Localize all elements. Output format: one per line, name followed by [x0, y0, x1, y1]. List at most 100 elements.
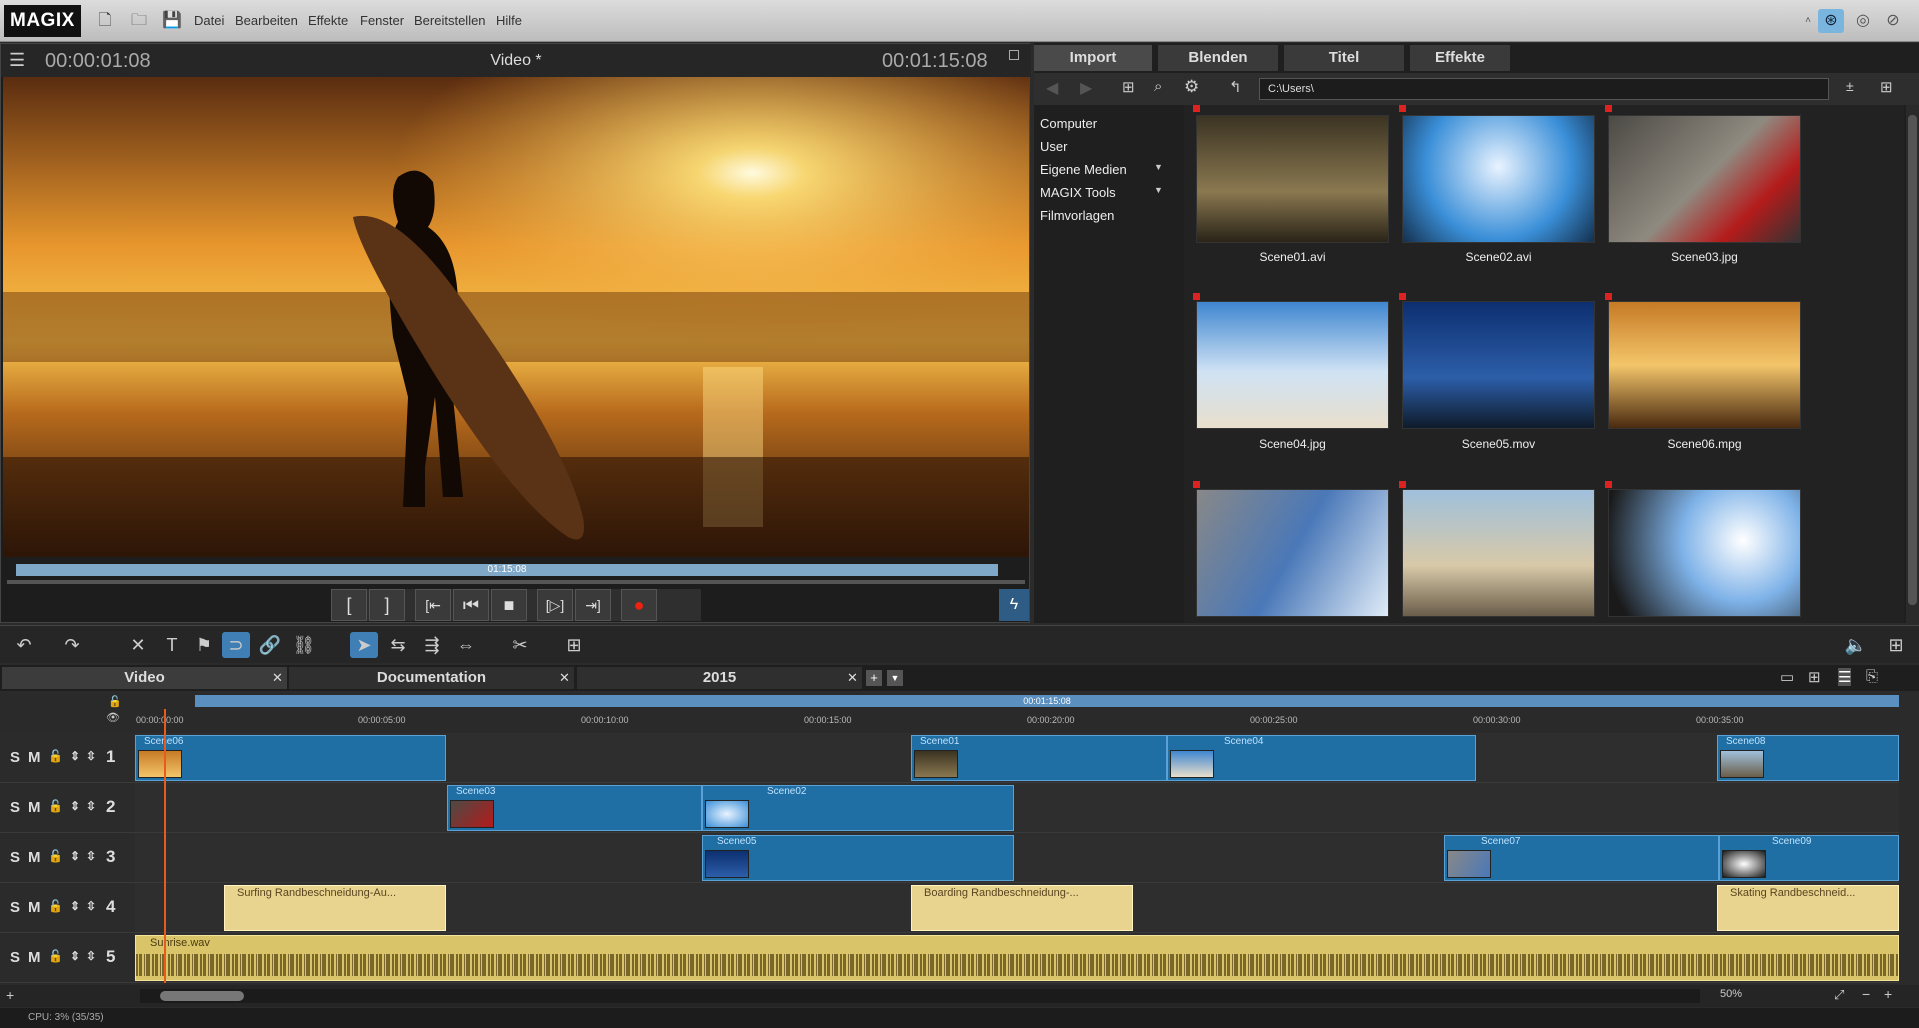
path-input[interactable]: C:\Users\ — [1259, 78, 1829, 100]
fit-icon[interactable]: ⤢ — [1834, 987, 1844, 1003]
lock-icon[interactable]: 🔓 — [48, 949, 63, 963]
record-button[interactable]: ● — [621, 589, 657, 621]
solo-button[interactable]: S — [10, 799, 20, 816]
multicam-view-icon[interactable]: ⎘ — [1866, 668, 1878, 685]
undo-icon[interactable]: ↶ — [10, 632, 38, 658]
thumbnail-scene06[interactable] — [1608, 301, 1801, 429]
tab-import[interactable]: Import — [1034, 45, 1152, 71]
mute-button[interactable]: M — [28, 849, 41, 866]
lock-icon[interactable]: 🔓 — [108, 695, 122, 708]
settings-gear-icon[interactable]: ⚙ — [1184, 77, 1199, 97]
height-icon[interactable]: ⇕ — [70, 799, 80, 813]
mute-button[interactable]: M — [28, 749, 41, 766]
title-clip[interactable]: Skating Randbeschneid... — [1717, 885, 1899, 931]
open-folder-icon[interactable]: 🗀 — [130, 11, 148, 31]
thumbnail-scene04[interactable] — [1196, 301, 1389, 429]
unlink-icon[interactable]: ⛓ — [290, 632, 318, 658]
collapse-track-icon[interactable]: ⇳ — [86, 799, 96, 813]
tab-2015[interactable]: 2015 — [577, 667, 862, 689]
collapse-track-icon[interactable]: ⇳ — [86, 849, 96, 863]
volume-icon[interactable]: 🔈 — [1842, 632, 1870, 658]
razor-icon[interactable]: ✂ — [506, 632, 534, 658]
menu-bearbeiten[interactable]: Bearbeiten — [235, 13, 298, 28]
tab-video[interactable]: Video — [2, 667, 287, 689]
hamburger-menu-icon[interactable]: ☰ — [9, 50, 25, 71]
menu-hilfe[interactable]: Hilfe — [496, 13, 522, 28]
solo-button[interactable]: S — [10, 749, 20, 766]
scrollbar-thumb[interactable] — [160, 991, 244, 1001]
add-track-icon[interactable]: + — [6, 987, 14, 1003]
height-icon[interactable]: ⇕ — [70, 899, 80, 913]
menu-datei[interactable]: Datei — [194, 13, 224, 28]
save-icon[interactable]: 💾 — [162, 11, 182, 31]
pointer-mode-icon[interactable]: ➤ — [350, 632, 378, 658]
thumbnail-scene08[interactable] — [1402, 489, 1595, 617]
zoom-out-icon[interactable]: − — [1862, 986, 1870, 1002]
height-icon[interactable]: ⇕ — [70, 849, 80, 863]
video-clip[interactable]: Scene02 — [702, 785, 1014, 831]
playhead[interactable] — [164, 709, 166, 983]
tab-effekte[interactable]: Effekte — [1410, 45, 1510, 71]
close-icon[interactable]: ✕ — [559, 670, 570, 686]
movie-mode-icon[interactable]: ⊛ — [1818, 9, 1844, 33]
close-icon[interactable]: ✕ — [272, 670, 283, 686]
lock-icon[interactable]: 🔓 — [48, 899, 63, 913]
lightning-icon[interactable]: ϟ — [999, 589, 1029, 621]
title-clip[interactable]: Boarding Randbeschneidung-... — [911, 885, 1133, 931]
title-text-icon[interactable]: T — [158, 632, 186, 658]
lock-icon[interactable]: 🔓 — [48, 749, 63, 763]
lock-icon[interactable]: 🔓 — [48, 799, 63, 813]
folder-up-icon[interactable]: ↰ — [1229, 78, 1242, 96]
ripple-mode-icon[interactable]: ⊃ — [222, 632, 250, 658]
collapse-track-icon[interactable]: ⇳ — [86, 899, 96, 913]
dropdown-arrow-icon[interactable]: ▼ — [1154, 185, 1163, 195]
video-clip[interactable]: Scene09 — [1719, 835, 1899, 881]
tree-item-eigene-medien[interactable]: Eigene Medien — [1040, 162, 1127, 177]
disc-icon[interactable]: ◎ — [1850, 9, 1876, 33]
tab-blenden[interactable]: Blenden — [1158, 45, 1278, 71]
menu-bereitstellen[interactable]: Bereitstellen — [414, 13, 486, 28]
collapse-track-icon[interactable]: ⇳ — [86, 949, 96, 963]
zoom-in-icon[interactable]: + — [1884, 986, 1892, 1002]
binoculars-icon[interactable]: ⌕ — [1154, 78, 1162, 95]
height-icon[interactable]: ⇕ — [70, 749, 80, 763]
add-icon[interactable]: ± — [1846, 78, 1854, 94]
tab-titel[interactable]: Titel — [1284, 45, 1404, 71]
thumbnail-scene07[interactable] — [1196, 489, 1389, 617]
trim-mode-icon[interactable]: ⇆ — [384, 632, 412, 658]
menu-fenster[interactable]: Fenster — [360, 13, 404, 28]
menu-effekte[interactable]: Effekte — [308, 13, 348, 28]
lock-icon[interactable]: 🔓 — [48, 849, 63, 863]
stretch-mode-icon[interactable]: ⇔ — [452, 632, 480, 658]
play-range-bar[interactable]: 00:01:15:08 — [195, 695, 1899, 707]
solo-button[interactable]: S — [10, 949, 20, 966]
mixer-icon[interactable]: ⊞ — [1882, 632, 1910, 658]
zoom-level[interactable]: 50% — [1720, 988, 1742, 1000]
add-marker-icon[interactable]: ⊞ — [560, 632, 588, 658]
new-file-icon[interactable]: 🗋 — [96, 11, 114, 31]
media-scrollbar[interactable] — [1906, 105, 1919, 623]
video-clip[interactable]: Scene05 — [702, 835, 1014, 881]
mark-out-button[interactable]: ] — [369, 589, 405, 621]
solo-button[interactable]: S — [10, 899, 20, 916]
link-icon[interactable]: 🔗 — [256, 632, 284, 658]
scrollbar-thumb[interactable] — [1908, 115, 1917, 605]
stop-button[interactable]: ■ — [491, 589, 527, 621]
dropdown-arrow-icon[interactable]: ▼ — [1154, 162, 1163, 172]
delete-icon[interactable]: ✕ — [124, 632, 152, 658]
thumbnail-scene05[interactable] — [1402, 301, 1595, 429]
maximize-icon[interactable] — [1009, 50, 1019, 60]
height-icon[interactable]: ⇕ — [70, 949, 80, 963]
play-range-button[interactable]: [▷] — [537, 589, 573, 621]
thumbnail-scene09[interactable] — [1608, 489, 1801, 617]
tree-item-computer[interactable]: Computer — [1040, 116, 1097, 131]
video-clip[interactable]: Scene07 — [1444, 835, 1719, 881]
single-view-icon[interactable]: ▭ — [1780, 668, 1794, 686]
title-clip[interactable]: Surfing Randbeschneidung-Au... — [224, 885, 446, 931]
time-ruler[interactable]: 00:01:15:08 00:00:00:00 00:00:05:00 00:0… — [135, 693, 1899, 733]
redo-icon[interactable]: ↷ — [58, 632, 86, 658]
mute-button[interactable]: M — [28, 899, 41, 916]
close-icon[interactable]: ✕ — [847, 670, 858, 686]
folder-tree-icon[interactable]: ⊞ — [1122, 78, 1135, 96]
solo-button[interactable]: S — [10, 849, 20, 866]
